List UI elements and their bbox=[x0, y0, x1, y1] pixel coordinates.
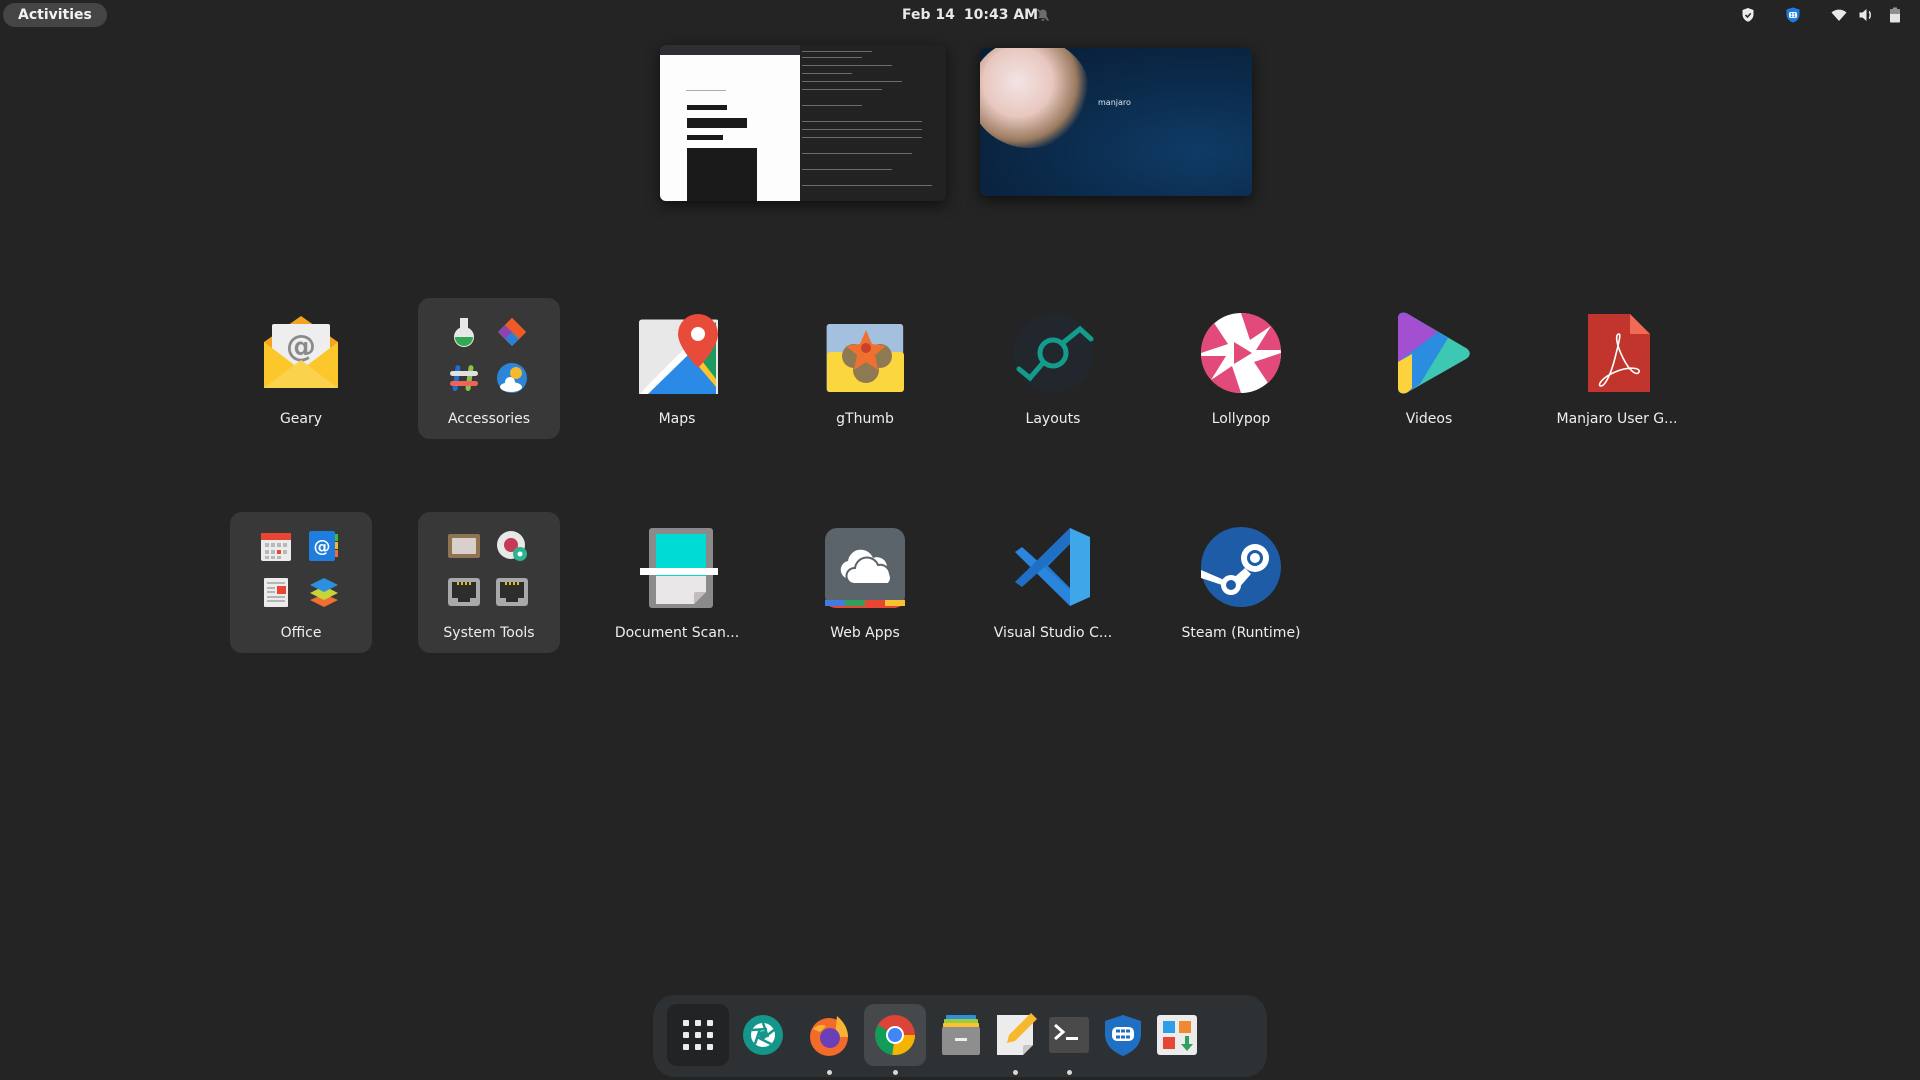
app-steam-runtime[interactable]: Steam (Runtime) bbox=[1170, 512, 1312, 653]
flask-icon bbox=[454, 318, 474, 347]
battery-icon[interactable] bbox=[1889, 7, 1901, 23]
calendar-icon bbox=[261, 533, 291, 561]
web-apps-icon bbox=[825, 528, 905, 608]
app-lollypop[interactable]: Lollypop bbox=[1170, 298, 1312, 439]
document-viewer-icon bbox=[264, 578, 288, 607]
text-editor-icon bbox=[997, 1013, 1037, 1055]
document-scanner-icon bbox=[640, 528, 718, 608]
workspace-thumbnail-2[interactable]: manjaro bbox=[980, 48, 1252, 196]
app-label: Geary bbox=[279, 411, 323, 427]
running-indicator bbox=[1067, 1070, 1072, 1075]
clock[interactable]: Feb 14 10:43 AM bbox=[902, 0, 1038, 30]
running-indicator bbox=[827, 1070, 832, 1075]
maps-icon bbox=[639, 314, 718, 394]
lollypop-icon bbox=[1200, 312, 1282, 394]
network-port-icon bbox=[496, 578, 528, 606]
firefox-icon bbox=[810, 1016, 848, 1056]
vscode-icon bbox=[1015, 528, 1090, 606]
app-manjaro-user-guide[interactable]: Manjaro User G... bbox=[1546, 298, 1688, 439]
vpn-shield-icon bbox=[1105, 1015, 1141, 1056]
steam-icon bbox=[1201, 527, 1281, 607]
layouts-icon bbox=[1013, 313, 1094, 393]
file-cabinet-icon bbox=[942, 1015, 980, 1055]
terminal-window-preview bbox=[800, 45, 946, 201]
dock-vpn-client[interactable] bbox=[1092, 1004, 1154, 1066]
vpn-shield-icon[interactable] bbox=[1785, 7, 1801, 23]
browser-tabstrip bbox=[660, 45, 800, 55]
app-label: Manjaro User G... bbox=[1556, 411, 1678, 427]
app-label: System Tools bbox=[443, 625, 535, 641]
app-layouts[interactable]: Layouts bbox=[982, 298, 1124, 439]
videos-icon bbox=[1398, 312, 1470, 394]
shield-check-icon[interactable] bbox=[1741, 7, 1755, 23]
dock bbox=[653, 995, 1267, 1077]
folder-accessories[interactable]: Accessories bbox=[418, 298, 560, 439]
dock-aperture[interactable] bbox=[732, 1004, 794, 1066]
hashtag-icon bbox=[450, 365, 478, 391]
app-label: Steam (Runtime) bbox=[1181, 625, 1301, 641]
contacts-icon: @ bbox=[309, 531, 338, 561]
app-label: gThumb bbox=[836, 411, 894, 427]
gthumb-icon bbox=[826, 324, 904, 392]
dock-terminal[interactable] bbox=[1038, 1004, 1100, 1075]
wifi-icon[interactable] bbox=[1831, 7, 1847, 23]
camera-aperture-icon bbox=[743, 1015, 783, 1055]
dock-files[interactable] bbox=[930, 1004, 992, 1066]
app-label: Office bbox=[280, 625, 322, 641]
volume-icon[interactable] bbox=[1858, 7, 1874, 23]
app-grid-icon bbox=[683, 1020, 713, 1050]
dock-chrome[interactable] bbox=[864, 1004, 926, 1075]
dock-show-apps[interactable] bbox=[667, 1004, 729, 1066]
software-install-icon bbox=[1157, 1015, 1197, 1055]
app-videos[interactable]: Videos bbox=[1358, 298, 1500, 439]
top-bar: Activities Feb 14 10:43 AM bbox=[0, 0, 1920, 30]
network-port-icon bbox=[448, 578, 480, 606]
app-label: Web Apps bbox=[830, 625, 900, 641]
monitor-icon bbox=[448, 534, 480, 558]
wallpaper-blossom bbox=[980, 48, 1090, 148]
browser-window-preview bbox=[660, 55, 800, 201]
dock-firefox[interactable] bbox=[798, 1004, 860, 1075]
folder-office[interactable]: @ Office bbox=[230, 512, 372, 653]
bell-muted-icon bbox=[1036, 8, 1050, 22]
chrome-icon bbox=[875, 1015, 915, 1055]
disk-usage-icon bbox=[497, 531, 527, 561]
date: Feb 14 bbox=[902, 7, 955, 23]
app-gthumb[interactable]: gThumb bbox=[794, 298, 936, 439]
svg-text:@: @ bbox=[286, 329, 316, 364]
activities-button[interactable]: Activities bbox=[3, 3, 107, 27]
app-label: Document Scan... bbox=[614, 625, 740, 641]
app-label: Lollypop bbox=[1211, 411, 1271, 427]
app-label: Accessories bbox=[447, 411, 531, 427]
workspace-thumbnail-1[interactable] bbox=[660, 45, 946, 201]
terminal-icon bbox=[1049, 1017, 1089, 1053]
app-label: Maps bbox=[658, 411, 696, 427]
pdf-document-icon bbox=[1588, 314, 1650, 392]
app-web-apps[interactable]: Web Apps bbox=[794, 512, 936, 653]
app-maps[interactable]: Maps bbox=[606, 298, 748, 439]
svg-text:@: @ bbox=[314, 537, 331, 557]
dock-software[interactable] bbox=[1146, 1004, 1208, 1066]
dock-text-editor[interactable] bbox=[984, 1004, 1046, 1075]
app-label: Visual Studio C... bbox=[993, 625, 1113, 641]
geary-mail-icon: @ bbox=[264, 316, 338, 388]
layers-icon bbox=[310, 578, 338, 607]
color-picker-icon bbox=[498, 318, 526, 346]
app-document-scanner[interactable]: Document Scan... bbox=[606, 512, 748, 653]
weather-icon bbox=[497, 363, 527, 393]
wallpaper-logo-text: manjaro bbox=[1098, 98, 1131, 107]
app-geary[interactable]: @ Geary bbox=[230, 298, 372, 439]
app-label: Layouts bbox=[1025, 411, 1081, 427]
running-indicator bbox=[1013, 1070, 1018, 1075]
app-visual-studio-code[interactable]: Visual Studio C... bbox=[982, 512, 1124, 653]
app-label: Videos bbox=[1405, 411, 1453, 427]
running-indicator bbox=[893, 1070, 898, 1075]
time: 10:43 AM bbox=[963, 7, 1039, 23]
folder-system-tools[interactable]: System Tools bbox=[418, 512, 560, 653]
